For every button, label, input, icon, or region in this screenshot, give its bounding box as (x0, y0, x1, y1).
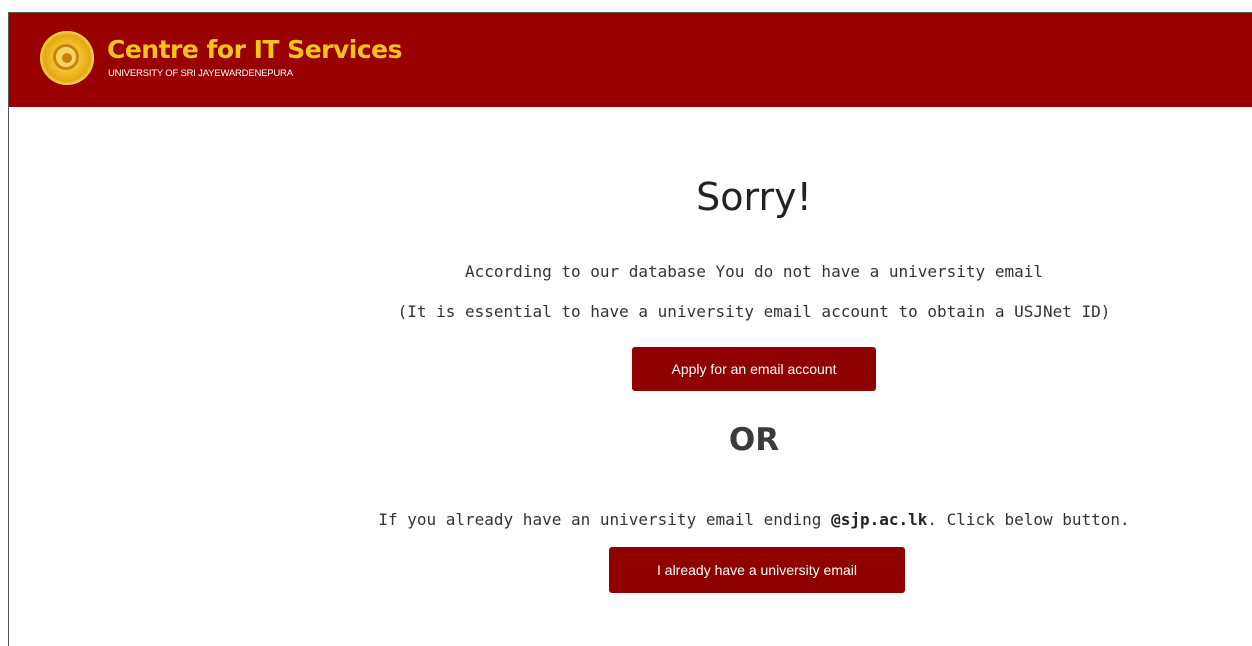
page-frame: Centre for IT Services UNIVERSITY OF SRI… (8, 12, 1252, 646)
existing-email-message: If you already have an university email … (378, 510, 1129, 529)
email-domain: @sjp.ac.lk (831, 510, 928, 529)
university-emblem-icon (40, 31, 94, 85)
site-header: Centre for IT Services UNIVERSITY OF SRI… (9, 13, 1252, 107)
existing-email-suffix: . Click below button. (927, 510, 1130, 529)
page-heading: Sorry! (696, 175, 812, 219)
main-content: Sorry! According to our database You do … (9, 107, 1252, 646)
existing-email-prefix: If you already have an university email … (378, 510, 832, 529)
already-have-email-button[interactable]: I already have a university email (609, 547, 905, 593)
requirement-note: (It is essential to have a university em… (397, 302, 1111, 321)
no-email-message: According to our database You do not hav… (465, 262, 1043, 281)
site-title[interactable]: Centre for IT Services (107, 35, 403, 64)
site-subtitle: UNIVERSITY OF SRI JAYEWARDENEPURA (108, 68, 293, 79)
apply-email-button[interactable]: Apply for an email account (632, 347, 876, 391)
or-divider: OR (728, 422, 780, 458)
